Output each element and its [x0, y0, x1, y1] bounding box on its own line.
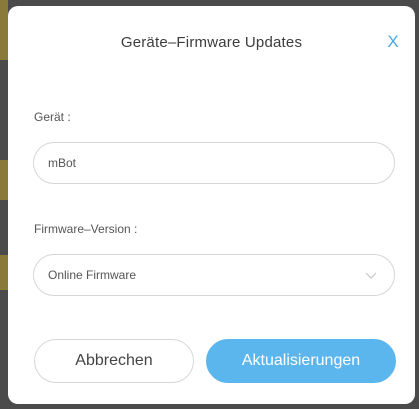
close-icon[interactable]: X — [381, 30, 405, 54]
device-field[interactable]: mBot — [33, 142, 395, 184]
device-value: mBot — [48, 156, 77, 170]
chevron-down-icon — [365, 272, 377, 279]
firmware-version-value: Online Firmware — [48, 268, 137, 282]
firmware-version-select[interactable]: Online Firmware — [33, 254, 395, 296]
firmware-update-dialog: Geräte–Firmware Updates X Gerät : mBot F… — [8, 6, 415, 404]
device-label: Gerät : — [34, 110, 71, 124]
background-strip — [0, 255, 8, 290]
firmware-version-label: Firmware–Version : — [34, 222, 138, 236]
dialog-title: Geräte–Firmware Updates — [120, 34, 303, 51]
background-strip — [0, 0, 8, 60]
background-strip — [0, 160, 8, 200]
update-button[interactable]: Aktualisierungen — [206, 339, 396, 383]
cancel-button[interactable]: Abbrechen — [34, 339, 194, 383]
